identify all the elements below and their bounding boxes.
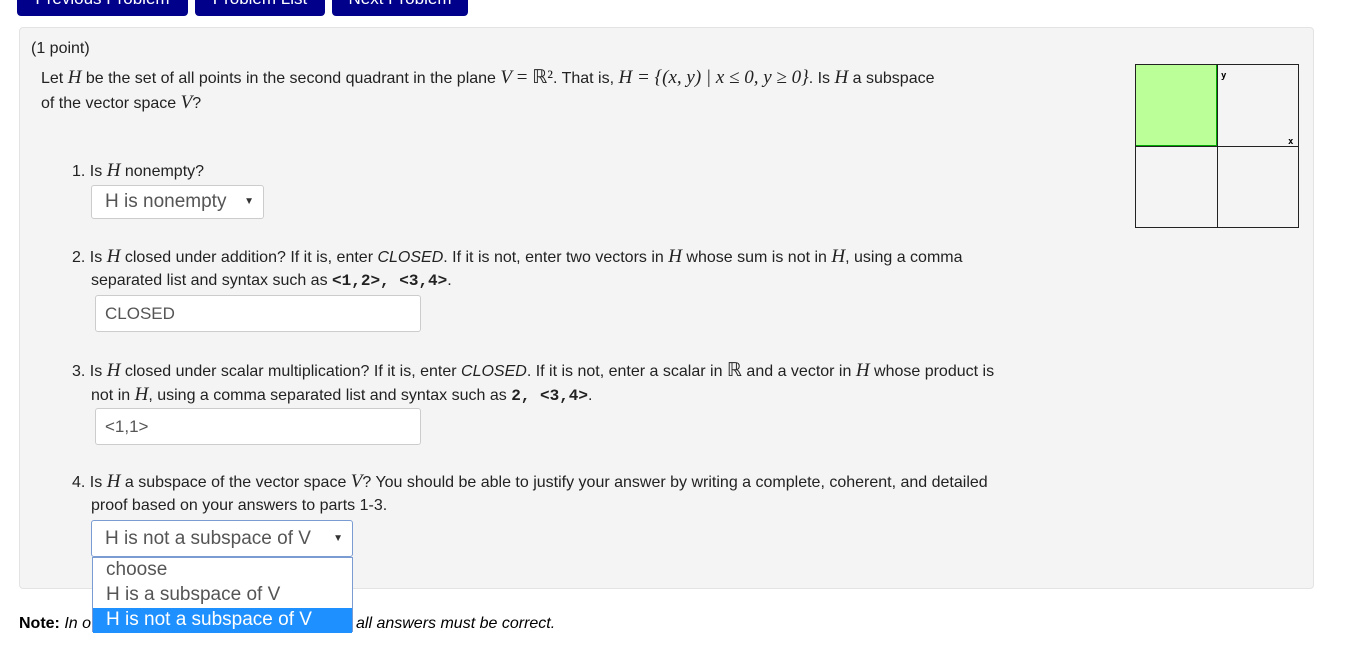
- math-h: H: [67, 67, 82, 88]
- quadrant-graph: y x: [1135, 64, 1299, 228]
- option-choose[interactable]: choose: [93, 558, 352, 583]
- previous-problem-button[interactable]: Previous Problem: [17, 0, 188, 16]
- text: . If it is not, enter two vectors in: [443, 249, 669, 266]
- subspace-dropdown-list: choose H is a subspace of V H is not a s…: [92, 557, 353, 633]
- math-h: H: [106, 360, 121, 381]
- text: 3. Is: [72, 363, 107, 380]
- addition-answer-input[interactable]: CLOSED: [95, 295, 421, 332]
- math-h: H: [106, 246, 121, 267]
- math-h: H: [668, 246, 682, 267]
- text: 1. Is: [72, 163, 107, 180]
- math-h: H: [106, 160, 121, 181]
- text: and a vector in: [741, 363, 856, 380]
- problem-statement: Let H be the set of all points in the se…: [41, 66, 935, 89]
- select-value: H is not a subspace of V: [105, 528, 311, 549]
- math-h: H: [106, 471, 121, 492]
- caret-down-icon: ▼: [333, 533, 343, 544]
- math-r2: = ℝ²: [512, 67, 553, 88]
- question-2: 2. Is H closed under addition? If it is,…: [72, 246, 963, 268]
- text: be the set of all points in the second q…: [81, 70, 501, 87]
- math-h: H: [855, 360, 870, 381]
- text: , using a comma separated list and synta…: [148, 387, 512, 404]
- nonempty-select[interactable]: H is nonempty ▼: [91, 185, 264, 219]
- text: . Is: [808, 70, 835, 87]
- text: a subspace: [848, 70, 935, 87]
- text: CLOSED: [377, 249, 444, 266]
- option-is-subspace[interactable]: H is a subspace of V: [93, 583, 352, 608]
- text: nonempty?: [120, 163, 205, 180]
- select-value: H is nonempty: [105, 191, 227, 212]
- question-3: 3. Is H closed under scalar multiplicati…: [72, 359, 994, 382]
- text: separated list and syntax such as: [91, 272, 333, 289]
- question-2-line2: separated list and syntax such as <1,2>,…: [91, 272, 452, 290]
- math-set: H = {(x, y) | x ≤ 0, y ≥ 0}: [618, 67, 809, 88]
- scalar-answer-input[interactable]: <1,1>: [95, 408, 421, 445]
- text: , using a comma: [845, 249, 963, 266]
- question-1: 1. Is H nonempty?: [72, 160, 204, 182]
- text: . That is,: [552, 70, 619, 87]
- math-v: V: [350, 471, 363, 492]
- text: closed under addition? If it is, enter: [120, 249, 378, 266]
- text: ? You should be able to justify your ans…: [362, 474, 988, 491]
- text: .: [588, 387, 593, 404]
- math-h: H: [134, 384, 149, 405]
- math-v: V: [180, 92, 193, 113]
- subspace-select[interactable]: H is not a subspace of V ▼: [91, 520, 353, 557]
- note-text: In o: [59, 615, 92, 632]
- syntax-example: 2, <3,4>: [511, 387, 588, 405]
- text: closed under scalar multiplication? If i…: [120, 363, 462, 380]
- x-axis-label: x: [1288, 137, 1294, 147]
- math-h: H: [834, 67, 849, 88]
- problem-list-button[interactable]: Problem List: [195, 0, 325, 16]
- question-3-line2: not in H, using a comma separated list a…: [91, 384, 592, 406]
- note-label: Note:: [19, 615, 60, 632]
- text: . If it is not, enter a scalar in: [526, 363, 727, 380]
- text: whose sum is not in: [681, 249, 832, 266]
- question-4-line2: proof based on your answers to parts 1-3…: [91, 497, 388, 514]
- note: Note: In o: [19, 615, 91, 633]
- next-problem-button[interactable]: Next Problem: [332, 0, 468, 16]
- text: 2. Is: [72, 249, 107, 266]
- y-axis-label: y: [1221, 71, 1227, 81]
- option-is-not-subspace[interactable]: H is not a subspace of V: [93, 608, 352, 633]
- text: 4. Is: [72, 474, 107, 491]
- problem-points: (1 point): [31, 40, 90, 57]
- problem-statement-line2: of the vector space V?: [41, 92, 201, 114]
- text: whose product is: [869, 363, 995, 380]
- text: a subspace of the vector space: [120, 474, 351, 491]
- syntax-example: <1,2>, <3,4>: [332, 272, 448, 290]
- shaded-second-quadrant: [1136, 65, 1218, 147]
- text: ?: [192, 95, 202, 112]
- text: not in: [91, 387, 135, 404]
- math-v: V: [500, 67, 512, 88]
- caret-down-icon: ▼: [244, 196, 254, 207]
- text: Let: [41, 70, 68, 87]
- text: of the vector space: [41, 95, 181, 112]
- text: .: [447, 272, 452, 289]
- note-text-end: all answers must be correct.: [356, 615, 556, 632]
- question-4: 4. Is H a subspace of the vector space V…: [72, 471, 988, 493]
- math-h: H: [831, 246, 846, 267]
- text: CLOSED: [461, 363, 527, 380]
- math-r: ℝ: [726, 360, 742, 381]
